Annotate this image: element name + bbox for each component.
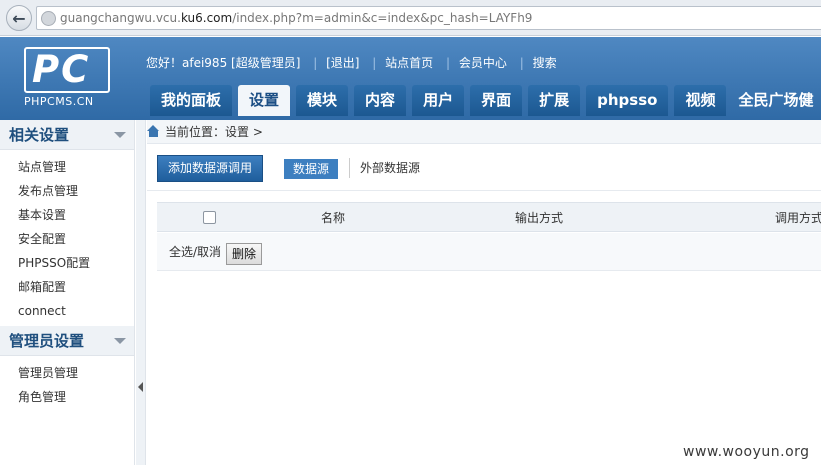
watermark-text: www.wooyun.org bbox=[683, 444, 810, 460]
logo-subtitle: PHPCMS.CN bbox=[24, 95, 94, 108]
select-all-checkbox[interactable] bbox=[203, 211, 216, 224]
tab-users[interactable]: 用户 bbox=[412, 85, 465, 116]
member-center-link[interactable]: 会员中心 bbox=[459, 56, 507, 70]
tab-phpsso[interactable]: phpsso bbox=[586, 85, 669, 116]
collapse-arrow-icon[interactable] bbox=[114, 132, 126, 138]
search-link[interactable]: 搜索 bbox=[533, 56, 557, 70]
content-toolbar: 添加数据源调用 数据源 外部数据源 bbox=[147, 144, 821, 191]
sidebar-toggle-strip[interactable] bbox=[136, 120, 146, 465]
breadcrumb-text: 当前位置：设置 > bbox=[165, 125, 263, 139]
sidebar-item-connect[interactable]: connect bbox=[0, 299, 134, 323]
sidebar-item-site-management[interactable]: 站点管理 bbox=[0, 155, 134, 179]
sidebar-group-admin-settings[interactable]: 管理员设置 bbox=[0, 326, 134, 356]
phpcms-logo[interactable]: PC PHPCMS.CN bbox=[24, 47, 110, 109]
sidebar-item-publish-points[interactable]: 发布点管理 bbox=[0, 179, 134, 203]
delete-button[interactable]: 删除 bbox=[226, 243, 263, 265]
main-content: 当前位置：设置 > 添加数据源调用 数据源 外部数据源 名称 输出方式 调用方式… bbox=[147, 120, 821, 465]
back-arrow-icon[interactable]: ← bbox=[6, 5, 32, 31]
tab-my-panel[interactable]: 我的面板 bbox=[150, 85, 233, 116]
external-datasource-link[interactable]: 外部数据源 bbox=[349, 158, 420, 178]
sidebar-list-settings: 站点管理 发布点管理 基本设置 安全配置 PHPSSO配置 邮箱配置 conne… bbox=[0, 150, 134, 326]
main-nav: 我的面板 设置 模块 内容 用户 界面 扩展 phpsso 视频 全民广场健 bbox=[150, 85, 819, 116]
table-actions: 全选/取消 删除 bbox=[157, 233, 821, 271]
top-user-info: 您好！afei985 [超级管理员] | [退出] | 站点首页 | 会员中心 … bbox=[146, 56, 557, 70]
add-datasource-call-button[interactable]: 添加数据源调用 bbox=[157, 155, 264, 182]
tab-modules[interactable]: 模块 bbox=[296, 85, 349, 116]
chevron-left-icon[interactable] bbox=[138, 382, 143, 392]
sidebar-item-basic-settings[interactable]: 基本设置 bbox=[0, 203, 134, 227]
left-sidebar: 相关设置 站点管理 发布点管理 基本设置 安全配置 PHPSSO配置 邮箱配置 … bbox=[0, 120, 135, 465]
table-header: 名称 输出方式 调用方式 bbox=[157, 202, 821, 232]
tab-settings[interactable]: 设置 bbox=[238, 85, 291, 116]
address-bar[interactable]: guangchangwu.vcu.ku6.com/index.php?m=adm… bbox=[36, 6, 821, 30]
sidebar-group-title: 相关设置 bbox=[9, 126, 70, 144]
sidebar-item-phpsso-config[interactable]: PHPSSO配置 bbox=[0, 251, 134, 275]
logo-letters: PC bbox=[32, 48, 91, 91]
sidebar-item-security[interactable]: 安全配置 bbox=[0, 227, 134, 251]
sidebar-item-admin-management[interactable]: 管理员管理 bbox=[0, 361, 134, 385]
collapse-arrow-icon[interactable] bbox=[114, 338, 126, 344]
datasource-button[interactable]: 数据源 bbox=[284, 159, 339, 179]
tab-interface[interactable]: 界面 bbox=[470, 85, 523, 116]
globe-icon bbox=[41, 11, 56, 26]
site-name: 全民广场健 bbox=[738, 91, 814, 109]
sidebar-item-role-management[interactable]: 角色管理 bbox=[0, 385, 134, 409]
tab-extensions[interactable]: 扩展 bbox=[528, 85, 581, 116]
tab-content[interactable]: 内容 bbox=[354, 85, 407, 116]
tab-video[interactable]: 视频 bbox=[674, 85, 727, 116]
admin-header: PC PHPCMS.CN 您好！afei985 [超级管理员] | [退出] |… bbox=[0, 37, 821, 120]
home-icon[interactable] bbox=[147, 125, 160, 138]
sidebar-group-related-settings[interactable]: 相关设置 bbox=[0, 120, 134, 150]
browser-toolbar: ← guangchangwu.vcu.ku6.com/index.php?m=a… bbox=[0, 0, 821, 36]
breadcrumb: 当前位置：设置 > bbox=[147, 120, 821, 144]
sidebar-list-admin: 管理员管理 角色管理 bbox=[0, 356, 134, 412]
greeting-text: 您好！afei985 [超级管理员] bbox=[146, 56, 301, 70]
column-header-call: 调用方式 bbox=[775, 211, 821, 225]
site-home-link[interactable]: 站点首页 bbox=[385, 56, 433, 70]
sidebar-group-title: 管理员设置 bbox=[9, 332, 85, 350]
sidebar-item-mail-config[interactable]: 邮箱配置 bbox=[0, 275, 134, 299]
url-text: guangchangwu.vcu.ku6.com/index.php?m=adm… bbox=[60, 11, 533, 25]
column-header-name: 名称 bbox=[321, 211, 346, 225]
select-all-toggle[interactable]: 全选/取消 bbox=[169, 243, 221, 260]
logout-link[interactable]: [退出] bbox=[326, 56, 359, 70]
column-header-output: 输出方式 bbox=[515, 211, 564, 225]
